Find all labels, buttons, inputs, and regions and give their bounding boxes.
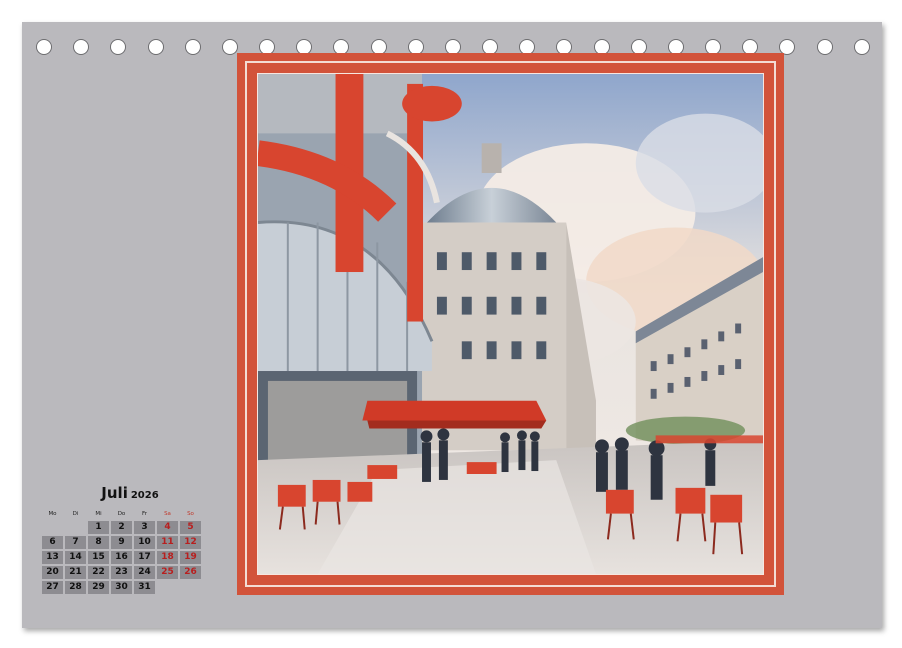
weekday-label: Do — [117, 511, 126, 517]
calendar-day: 17 — [134, 551, 155, 564]
calendar-day: 14 — [65, 551, 86, 564]
calendar-day: 19 — [180, 551, 201, 564]
calendar-day: 10 — [134, 536, 155, 549]
month-calendar: Juli 2026 Mo Di Mi Do Fr Sa So 1 2 3 4 5 6 7 8 9 10 11 12 13… — [42, 484, 206, 594]
calendar-page: Juli 2026 Mo Di Mi Do Fr Sa So 1 2 3 4 5 6 7 8 9 10 11 12 13… — [22, 22, 882, 628]
calendar-day: 27 — [42, 581, 63, 594]
calendar-day: 11 — [157, 536, 178, 549]
calendar-day: 31 — [134, 581, 155, 594]
weekday-label: Fr — [141, 511, 148, 517]
watercolor-scene-icon — [258, 74, 763, 574]
calendar-day: 4 — [157, 521, 178, 534]
calendar-blank-cell — [65, 521, 86, 534]
binding-hole — [221, 39, 238, 55]
calendar-day: 8 — [88, 536, 109, 549]
calendar-day: 28 — [65, 581, 86, 594]
calendar-month: Juli — [101, 484, 128, 502]
calendar-day: 9 — [111, 536, 132, 549]
calendar-day: 12 — [180, 536, 201, 549]
binding-hole — [147, 39, 164, 55]
calendar-day: 30 — [111, 581, 132, 594]
calendar-day: 26 — [180, 566, 201, 579]
picture-frame — [237, 53, 784, 595]
weekday-label: Di — [72, 511, 79, 517]
calendar-day: 13 — [42, 551, 63, 564]
calendar-day: 18 — [157, 551, 178, 564]
calendar-day: 15 — [88, 551, 109, 564]
calendar-day: 6 — [42, 536, 63, 549]
calendar-blank-cell — [42, 521, 63, 534]
calendar-day: 2 — [111, 521, 132, 534]
picture-frame-inner-border — [245, 61, 776, 587]
calendar-day: 25 — [157, 566, 178, 579]
weekday-label: Sa — [164, 511, 171, 517]
weekday-label: Mo — [48, 511, 57, 517]
calendar-day: 21 — [65, 566, 86, 579]
calendar-day: 22 — [88, 566, 109, 579]
calendar-day: 3 — [134, 521, 155, 534]
binding-hole — [816, 39, 833, 55]
binding-hole — [36, 39, 52, 55]
calendar-day: 20 — [42, 566, 63, 579]
calendar-title: Juli 2026 — [54, 484, 206, 505]
calendar-day: 7 — [65, 536, 86, 549]
calendar-day: 23 — [111, 566, 132, 579]
watercolor-paris-street-icon — [257, 73, 764, 575]
weekday-label: Mi — [95, 511, 102, 517]
calendar-day: 16 — [111, 551, 132, 564]
calendar-day: 24 — [134, 566, 155, 579]
binding-hole — [110, 39, 127, 55]
binding-hole — [853, 39, 870, 55]
binding-hole — [184, 39, 201, 55]
binding-hole — [73, 39, 90, 55]
calendar-grid: Mo Di Mi Do Fr Sa So 1 2 3 4 5 6 7 8 9 10 11 12 13 14 15 16 17 1… — [42, 510, 206, 594]
calendar-day: 29 — [88, 581, 109, 594]
weekday-label: So — [187, 511, 194, 517]
calendar-day: 5 — [180, 521, 201, 534]
calendar-day: 1 — [88, 521, 109, 534]
calendar-year: 2026 — [130, 490, 159, 501]
